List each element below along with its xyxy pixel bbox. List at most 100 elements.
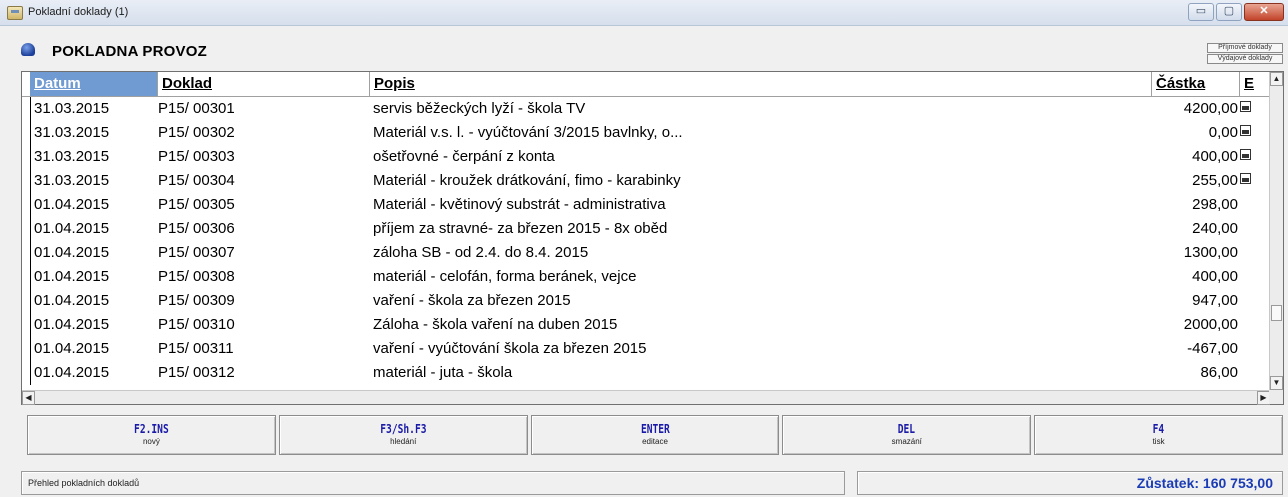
- function-action-label: editace: [642, 437, 668, 446]
- column-header-e[interactable]: E: [1240, 72, 1270, 96]
- table-row[interactable]: 01.04.2015 P15/ 00305 Materiál - květinový…: [22, 193, 1270, 217]
- cell-castka: 255,00: [1192, 172, 1238, 189]
- title-bar: Pokladní doklady (1) ▭ ▢ ✕: [0, 0, 1288, 26]
- minimize-button[interactable]: ▭: [1188, 3, 1214, 21]
- column-header-castka[interactable]: Částka: [1152, 72, 1240, 96]
- cell-doklad: P15/ 00304: [158, 172, 235, 189]
- table-row[interactable]: 01.04.2015 P15/ 00312 materiál - juta - šk…: [22, 361, 1270, 385]
- window-controls: ▭ ▢ ✕: [1188, 3, 1284, 21]
- documents-grid: Datum Doklad Popis Částka E 31.03.2015 P1…: [21, 71, 1284, 405]
- function-button-nový[interactable]: F2.INS nový: [27, 415, 276, 455]
- table-row[interactable]: 01.04.2015 P15/ 00310 Záloha - škola vařen…: [22, 313, 1270, 337]
- cell-doklad: P15/ 00309: [158, 292, 235, 309]
- cell-castka: 240,00: [1192, 220, 1238, 237]
- cell-doklad: P15/ 00303: [158, 148, 235, 165]
- table-row[interactable]: 31.03.2015 P15/ 00304 Materiál - kroužek d…: [22, 169, 1270, 193]
- cell-popis: Materiál v.s. l. - vyúčtování 3/2015 bav…: [373, 124, 683, 141]
- function-action-label: tisk: [1152, 437, 1165, 446]
- table-row[interactable]: 01.04.2015 P15/ 00307 záloha SB - od 2.4. …: [22, 241, 1270, 265]
- floppy-disk-icon: [1240, 149, 1251, 160]
- app-icon: [7, 6, 23, 20]
- maximize-button[interactable]: ▢: [1216, 3, 1242, 21]
- cell-popis: Záloha - škola vaření na duben 2015: [373, 316, 618, 333]
- cash-register-icon: [21, 43, 35, 56]
- function-key-label: DEL: [898, 422, 916, 436]
- cell-castka: 0,00: [1208, 124, 1238, 141]
- cell-castka: 2000,00: [1183, 316, 1238, 333]
- cell-popis: materiál - juta - škola: [373, 364, 513, 381]
- cell-datum: 31.03.2015: [30, 169, 150, 193]
- cell-doklad: P15/ 00307: [158, 244, 235, 261]
- table-row[interactable]: 01.04.2015 P15/ 00311 vaření - vyúčtování …: [22, 337, 1270, 361]
- vertical-scrollbar[interactable]: ▲ ▼: [1269, 72, 1283, 390]
- cell-doklad: P15/ 00308: [158, 268, 235, 285]
- cell-castka: 947,00: [1192, 292, 1238, 309]
- cell-datum: 01.04.2015: [30, 241, 150, 265]
- table-row[interactable]: 31.03.2015 P15/ 00303 ošetřovné - čerpání …: [22, 145, 1270, 169]
- cell-castka: 400,00: [1192, 148, 1238, 165]
- function-action-label: hledání: [390, 437, 417, 446]
- cell-castka: 86,00: [1200, 364, 1238, 381]
- cell-datum: 31.03.2015: [30, 97, 150, 121]
- income-documents-button[interactable]: Příjmové doklady: [1207, 43, 1283, 53]
- cell-datum: 31.03.2015: [30, 121, 150, 145]
- function-button-editace[interactable]: ENTER editace: [530, 415, 780, 455]
- cell-popis: Materiál - kroužek drátkování, fimo - ka…: [373, 172, 681, 189]
- floppy-disk-icon: [1240, 101, 1251, 112]
- scroll-up-arrow-icon[interactable]: ▲: [1270, 72, 1283, 86]
- scroll-down-arrow-icon[interactable]: ▼: [1270, 376, 1283, 390]
- function-key-label: ENTER: [640, 422, 670, 436]
- cell-popis: příjem za stravné- za březen 2015 - 8x o…: [373, 220, 668, 237]
- scroll-left-arrow-icon[interactable]: ◀: [22, 391, 35, 405]
- function-key-label: F3/Sh.F3: [380, 422, 427, 436]
- horizontal-scrollbar[interactable]: ◀ ▶: [22, 390, 1270, 405]
- cell-datum: 31.03.2015: [30, 145, 150, 169]
- cell-doklad: P15/ 00301: [158, 100, 235, 117]
- cell-doklad: P15/ 00310: [158, 316, 235, 333]
- cell-popis: vaření - vyúčtování škola za březen 2015: [373, 340, 647, 357]
- cell-popis: materiál - celofán, forma beránek, vejce: [373, 268, 637, 285]
- cell-doklad: P15/ 00305: [158, 196, 235, 213]
- scrollbar-corner: [1269, 390, 1283, 404]
- function-action-label: smazání: [891, 437, 922, 446]
- floppy-disk-icon: [1240, 173, 1251, 184]
- grid-header: Datum Doklad Popis Částka E: [22, 72, 1270, 97]
- document-type-buttons: Příjmové doklady Výdajové doklady: [1207, 43, 1283, 65]
- column-header-popis[interactable]: Popis: [370, 72, 1152, 96]
- column-header-doklad[interactable]: Doklad: [158, 72, 370, 96]
- table-row[interactable]: 01.04.2015 P15/ 00308 materiál - celofán, …: [22, 265, 1270, 289]
- function-button-smazání[interactable]: DEL smazání: [782, 415, 1032, 455]
- function-key-bar: F2.INS nový F3/Sh.F3 hledání ENTER editace DEL…: [27, 415, 1283, 455]
- close-button[interactable]: ✕: [1244, 3, 1284, 21]
- cell-datum: 01.04.2015: [30, 289, 150, 313]
- cell-castka: 400,00: [1192, 268, 1238, 285]
- function-button-tisk[interactable]: F4 tisk: [1034, 415, 1283, 455]
- table-row[interactable]: 31.03.2015 P15/ 00302 Materiál v.s. l. - v…: [22, 121, 1270, 145]
- cell-castka: 1300,00: [1183, 244, 1238, 261]
- cell-castka: 4200,00: [1183, 100, 1238, 117]
- cell-doklad: P15/ 00312: [158, 364, 235, 381]
- cell-castka: -467,00: [1187, 340, 1238, 357]
- window-title: Pokladní doklady (1): [28, 6, 129, 18]
- grid-rows: 31.03.2015 P15/ 00301 servis běžeckých lyž…: [22, 97, 1270, 385]
- expense-documents-button[interactable]: Výdajové doklady: [1207, 54, 1283, 64]
- function-action-label: nový: [142, 437, 160, 446]
- table-row[interactable]: 01.04.2015 P15/ 00306 příjem za stravné- z…: [22, 217, 1270, 241]
- vertical-scroll-thumb[interactable]: [1271, 305, 1282, 321]
- cell-popis: vaření - škola za březen 2015: [373, 292, 571, 309]
- column-header-datum[interactable]: Datum: [30, 72, 158, 96]
- cell-popis: ošetřovné - čerpání z konta: [373, 148, 555, 165]
- cell-datum: 01.04.2015: [30, 217, 150, 241]
- cell-popis: Materiál - květinový substrát - administ…: [373, 196, 666, 213]
- table-row[interactable]: 01.04.2015 P15/ 00309 vaření - škola za bř…: [22, 289, 1270, 313]
- cell-popis: servis běžeckých lyží - škola TV: [373, 100, 586, 117]
- cell-doklad: P15/ 00302: [158, 124, 235, 141]
- cell-popis: záloha SB - od 2.4. do 8.4. 2015: [373, 244, 589, 261]
- cell-datum: 01.04.2015: [30, 193, 150, 217]
- cell-datum: 01.04.2015: [30, 337, 150, 361]
- function-button-hledání[interactable]: F3/Sh.F3 hledání: [278, 415, 528, 455]
- cell-datum: 01.04.2015: [30, 313, 150, 337]
- cell-doklad: P15/ 00311: [158, 340, 234, 357]
- table-row[interactable]: 31.03.2015 P15/ 00301 servis běžeckých lyž…: [22, 97, 1270, 121]
- cell-doklad: P15/ 00306: [158, 220, 235, 237]
